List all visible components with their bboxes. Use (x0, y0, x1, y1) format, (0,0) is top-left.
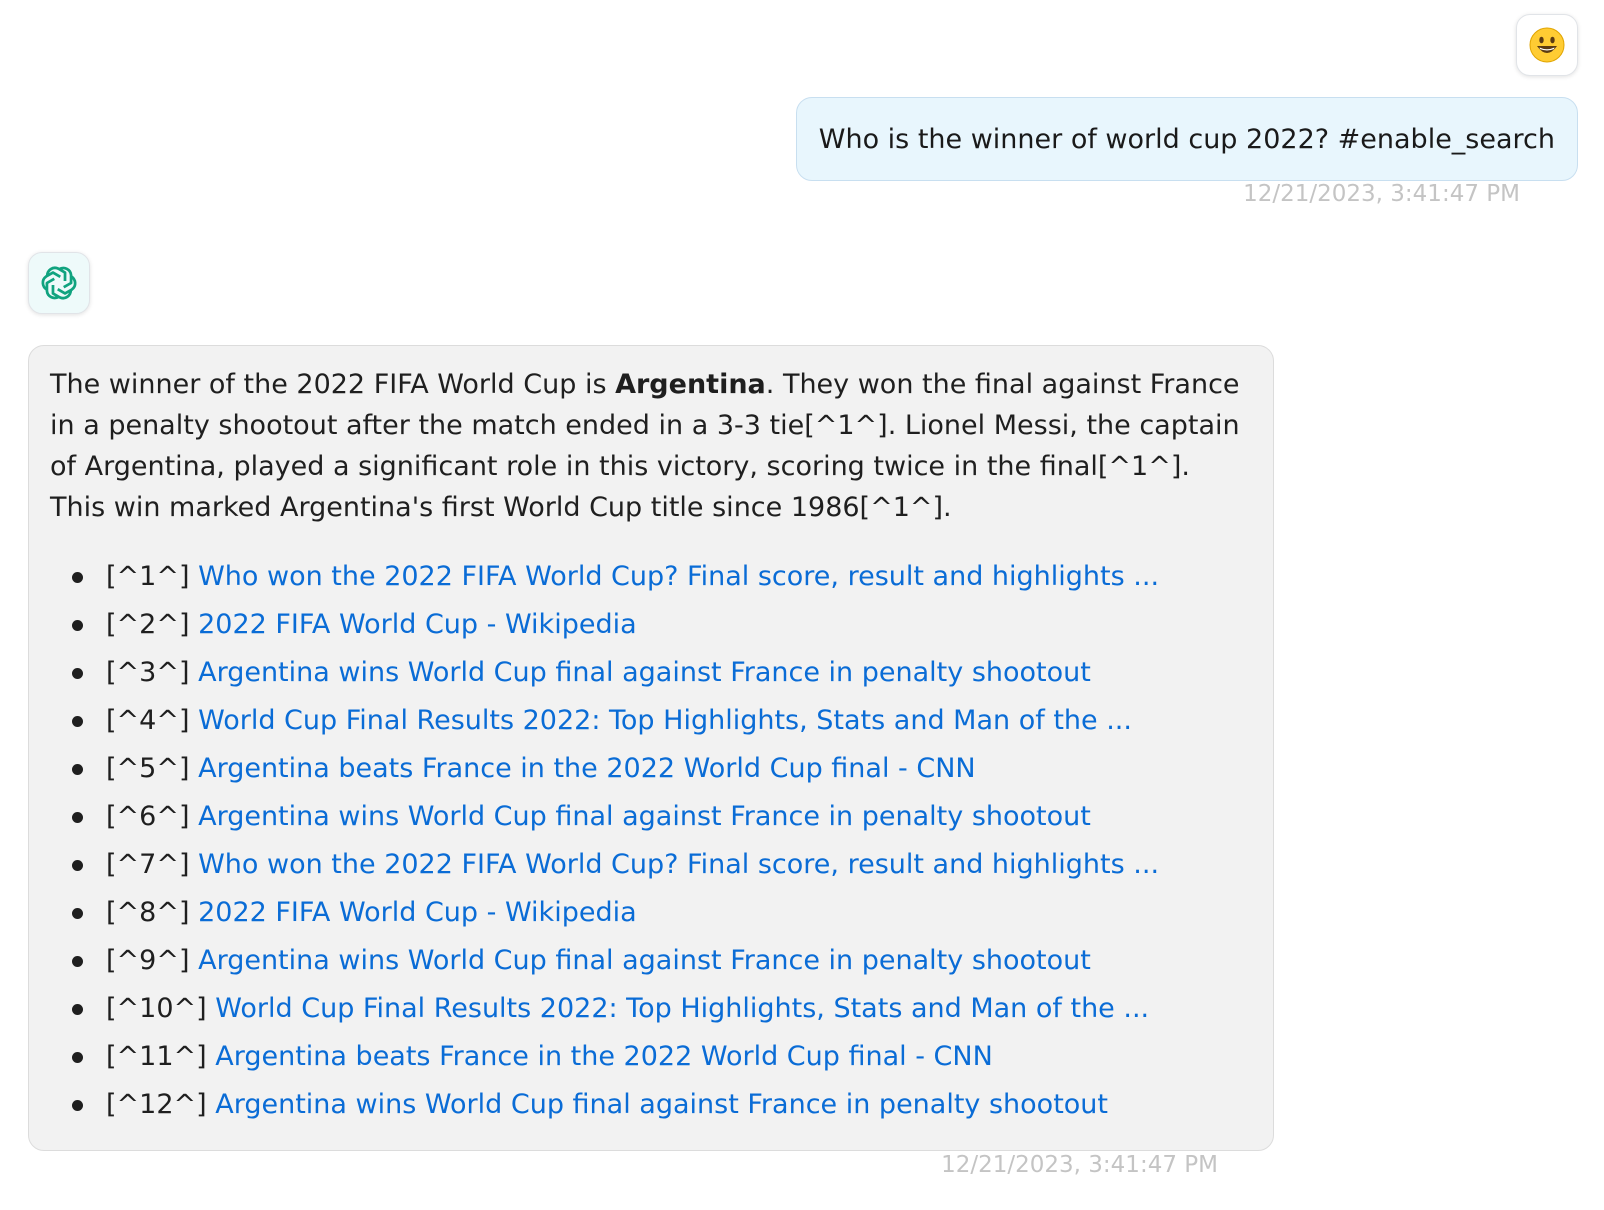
user-avatar (1516, 14, 1578, 76)
reference-tag: [^6^] (106, 801, 190, 832)
reference-item: [^5^] Argentina beats France in the 2022… (50, 745, 1253, 793)
reference-item: [^10^] World Cup Final Results 2022: Top… (50, 985, 1253, 1033)
reference-link[interactable]: Argentina wins World Cup final against F… (198, 801, 1091, 832)
openai-logo-icon (38, 263, 80, 303)
reference-tag: [^3^] (106, 657, 190, 688)
reference-tag: [^12^] (106, 1089, 207, 1120)
smiley-emoji-icon (1529, 27, 1565, 63)
bullet (72, 812, 83, 823)
assistant-answer-text: The winner of the 2022 FIFA World Cup is… (50, 364, 1253, 528)
assistant-message-timestamp: 12/21/2023, 3:41:47 PM (941, 1152, 1218, 1178)
reference-tag: [^1^] (106, 561, 190, 592)
reference-tag: [^7^] (106, 849, 190, 880)
reference-link[interactable]: 2022 FIFA World Cup - Wikipedia (198, 609, 637, 640)
reference-link[interactable]: Who won the 2022 FIFA World Cup? Final s… (198, 849, 1159, 880)
reference-tag: [^8^] (106, 897, 190, 928)
reference-item: [^2^] 2022 FIFA World Cup - Wikipedia (50, 601, 1253, 649)
assistant-message-bubble: The winner of the 2022 FIFA World Cup is… (28, 345, 1274, 1151)
reference-list: [^1^] Who won the 2022 FIFA World Cup? F… (50, 553, 1253, 1129)
bullet (72, 1100, 83, 1111)
reference-item: [^6^] Argentina wins World Cup final aga… (50, 793, 1253, 841)
bullet (72, 1052, 83, 1063)
user-message-bubble: Who is the winner of world cup 2022? #en… (795, 97, 1578, 181)
reference-tag: [^10^] (106, 993, 207, 1024)
bullet (72, 572, 83, 583)
reference-item: [^1^] Who won the 2022 FIFA World Cup? F… (50, 553, 1253, 601)
reference-item: [^4^] World Cup Final Results 2022: Top … (50, 697, 1253, 745)
bullet (72, 908, 83, 919)
bullet (72, 956, 83, 967)
reference-tag: [^5^] (106, 753, 190, 784)
bullet (72, 860, 83, 871)
assistant-avatar (28, 252, 90, 314)
reference-link[interactable]: World Cup Final Results 2022: Top Highli… (198, 705, 1132, 736)
reference-link[interactable]: Argentina wins World Cup final against F… (198, 657, 1091, 688)
answer-bold-winner: Argentina (615, 369, 766, 400)
reference-link[interactable]: Argentina wins World Cup final against F… (215, 1089, 1108, 1120)
reference-tag: [^11^] (106, 1041, 207, 1072)
reference-item: [^3^] Argentina wins World Cup final aga… (50, 649, 1253, 697)
reference-item: [^9^] Argentina wins World Cup final aga… (50, 937, 1253, 985)
bullet (72, 764, 83, 775)
reference-link[interactable]: Argentina beats France in the 2022 World… (198, 753, 976, 784)
reference-item: [^7^] Who won the 2022 FIFA World Cup? F… (50, 841, 1253, 889)
bullet (72, 716, 83, 727)
reference-link[interactable]: World Cup Final Results 2022: Top Highli… (215, 993, 1149, 1024)
user-message-text: Who is the winner of world cup 2022? #en… (818, 123, 1555, 155)
reference-item: [^12^] Argentina wins World Cup final ag… (50, 1081, 1253, 1129)
bullet (72, 668, 83, 679)
reference-link[interactable]: Who won the 2022 FIFA World Cup? Final s… (198, 561, 1159, 592)
reference-link[interactable]: Argentina wins World Cup final against F… (198, 945, 1091, 976)
reference-item: [^8^] 2022 FIFA World Cup - Wikipedia (50, 889, 1253, 937)
user-message-timestamp: 12/21/2023, 3:41:47 PM (1243, 181, 1520, 207)
bullet (72, 620, 83, 631)
reference-tag: [^4^] (106, 705, 190, 736)
reference-link[interactable]: 2022 FIFA World Cup - Wikipedia (198, 897, 637, 928)
bullet (72, 1004, 83, 1015)
reference-item: [^11^] Argentina beats France in the 202… (50, 1033, 1253, 1081)
answer-part-1: The winner of the 2022 FIFA World Cup is (50, 369, 616, 400)
reference-tag: [^9^] (106, 945, 190, 976)
reference-link[interactable]: Argentina beats France in the 2022 World… (215, 1041, 993, 1072)
reference-tag: [^2^] (106, 609, 190, 640)
